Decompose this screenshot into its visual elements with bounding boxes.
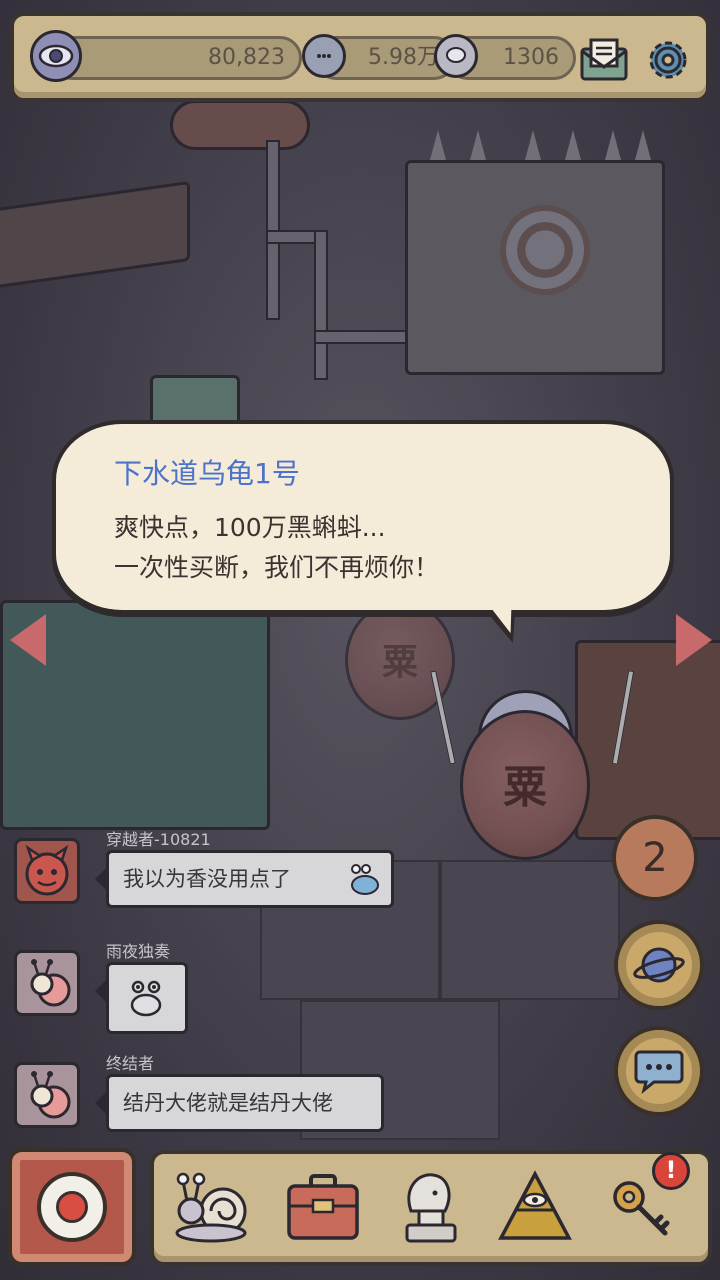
comments-value: 5.98万 [368, 45, 439, 70]
record-button[interactable] [8, 1148, 136, 1266]
planet-button[interactable] [614, 920, 704, 1010]
visitor-count-badge[interactable]: 2 [612, 815, 698, 901]
chat-bubble-icon [434, 34, 478, 78]
chat-message: 穿越者-10821 我以为香没用点了 [14, 826, 414, 916]
speaker-name: 下水道乌龟1号 [114, 457, 300, 490]
snail-button[interactable] [172, 1162, 258, 1252]
record-dot [56, 1191, 88, 1223]
dialogue-line-2: 一次性买断，我们不再烦你！ [114, 553, 440, 582]
prev-room-arrow[interactable] [10, 614, 46, 666]
eye-icon [30, 30, 82, 82]
chat-message: 雨夜独奏 [14, 938, 414, 1042]
record-icon [37, 1172, 107, 1242]
chat-button[interactable] [614, 1026, 704, 1116]
snail-icon [175, 1172, 247, 1243]
alert-badge: ! [652, 1152, 690, 1190]
chat-text: 我以为香没用点了 [123, 867, 291, 891]
gear-icon [649, 41, 687, 79]
pyramid-button[interactable] [492, 1162, 578, 1252]
messages-value: 1306 [503, 45, 559, 70]
views-counter: 80,823 [50, 36, 302, 80]
snail-avatar-icon [30, 959, 71, 1007]
statue-button[interactable] [386, 1162, 472, 1252]
suitcase-button[interactable] [280, 1162, 366, 1252]
snail-avatar-icon [30, 1071, 71, 1119]
mail-button[interactable] [576, 32, 632, 88]
views-value: 80,823 [208, 45, 285, 70]
chat-bubble: 我以为香没用点了 [95, 850, 394, 908]
chat-bubble: 结丹大佬就是结丹大佬 [95, 1074, 384, 1132]
chat-message: 终结者 结丹大佬就是结丹大佬 [14, 1050, 414, 1140]
avatar[interactable] [14, 950, 80, 1016]
chat-text: 结丹大佬就是结丹大佬 [123, 1091, 333, 1115]
planet-icon [633, 947, 685, 983]
chat-username: 雨夜独奏 [106, 942, 171, 961]
mail-icon [580, 38, 628, 81]
avatar[interactable] [14, 1062, 80, 1128]
speech-bubble-icon [302, 34, 346, 78]
statue-icon [405, 1173, 457, 1243]
snail-sticker-icon [130, 980, 162, 1017]
devil-avatar-icon [25, 844, 69, 896]
top-status-bar: 80,823 5.98万 1306 [10, 12, 710, 102]
settings-button[interactable] [640, 32, 696, 88]
chat-username: 穿越者-10821 [106, 830, 211, 849]
avatar[interactable] [14, 838, 80, 904]
next-room-arrow[interactable] [676, 614, 712, 666]
chat-bubble-icon [634, 1050, 684, 1094]
chat-username: 终结者 [106, 1054, 155, 1073]
suitcase-icon [287, 1174, 359, 1240]
dialogue-line-1: 爽快点，100万黑蝌蚪... [114, 513, 386, 542]
pyramid-eye-icon [498, 1170, 572, 1240]
snail-sticker-icon [351, 864, 379, 895]
chat-bubble [95, 962, 188, 1034]
